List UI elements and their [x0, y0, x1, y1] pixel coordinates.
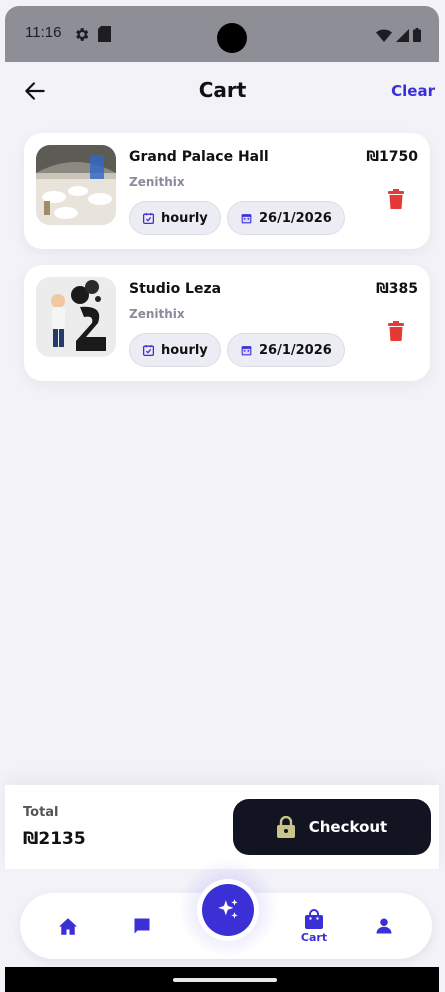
date-chip[interactable]: 26/1/2026 — [227, 201, 345, 235]
wifi-icon — [376, 28, 392, 42]
sparkles-icon — [218, 899, 238, 919]
item-price: ₪1750 — [366, 149, 418, 165]
calendar-check-icon — [142, 344, 155, 356]
calendar-check-icon — [142, 212, 155, 224]
rate-label: hourly — [161, 210, 208, 226]
checkout-label: Checkout — [308, 818, 388, 836]
home-gesture-handle[interactable] — [173, 978, 277, 982]
nav-home[interactable] — [50, 893, 86, 959]
page-title: Cart — [198, 78, 247, 102]
calendar-icon — [241, 213, 252, 223]
checkout-bar: Total ₪2135 Checkout — [5, 785, 439, 869]
total-value: ₪2135 — [23, 829, 86, 849]
nav-cart-label: Cart — [300, 930, 328, 944]
item-vendor: Zenithix — [129, 175, 185, 189]
app-header: Cart Clear — [0, 62, 445, 122]
shopping-bag-icon — [305, 908, 323, 929]
studio-image — [36, 277, 116, 357]
person-icon — [376, 918, 392, 934]
cart-item[interactable]: Studio Leza Zenithix ₪385 hourly 26/1/20… — [24, 265, 430, 381]
home-icon — [59, 917, 77, 935]
settings-status-icon — [76, 28, 89, 41]
item-title: Grand Palace Hall — [129, 149, 269, 165]
system-gesture-bar — [5, 967, 439, 992]
cart-item[interactable]: Grand Palace Hall Zenithix ₪1750 hourly … — [24, 133, 430, 249]
rate-label: hourly — [161, 342, 208, 358]
item-vendor: Zenithix — [129, 307, 185, 321]
ai-fab-button[interactable] — [197, 879, 259, 941]
chat-icon — [134, 918, 150, 934]
rate-chip[interactable]: hourly — [129, 201, 221, 235]
date-chip[interactable]: 26/1/2026 — [227, 333, 345, 367]
signal-icon — [396, 28, 409, 42]
date-label: 26/1/2026 — [259, 210, 332, 226]
fab-core — [202, 884, 254, 936]
item-price: ₪385 — [376, 281, 418, 297]
nav-profile[interactable] — [366, 893, 402, 959]
venue-image — [36, 145, 116, 225]
date-label: 26/1/2026 — [259, 342, 332, 358]
calendar-icon — [241, 345, 252, 355]
total-label: Total — [23, 805, 59, 820]
status-time: 11:16 — [25, 24, 62, 41]
clear-cart-button[interactable]: Clear — [391, 82, 435, 100]
nav-cart[interactable]: Cart — [294, 893, 334, 959]
lock-icon — [276, 816, 295, 838]
trash-icon[interactable] — [388, 321, 404, 341]
checkout-button[interactable]: Checkout — [233, 799, 431, 855]
sd-card-icon — [98, 26, 111, 42]
status-bar: 11:16 — [5, 6, 439, 62]
item-title: Studio Leza — [129, 281, 222, 297]
battery-icon — [413, 28, 421, 42]
camera-cutout — [217, 23, 247, 53]
trash-icon[interactable] — [388, 189, 404, 209]
nav-messages[interactable] — [124, 893, 160, 959]
rate-chip[interactable]: hourly — [129, 333, 221, 367]
